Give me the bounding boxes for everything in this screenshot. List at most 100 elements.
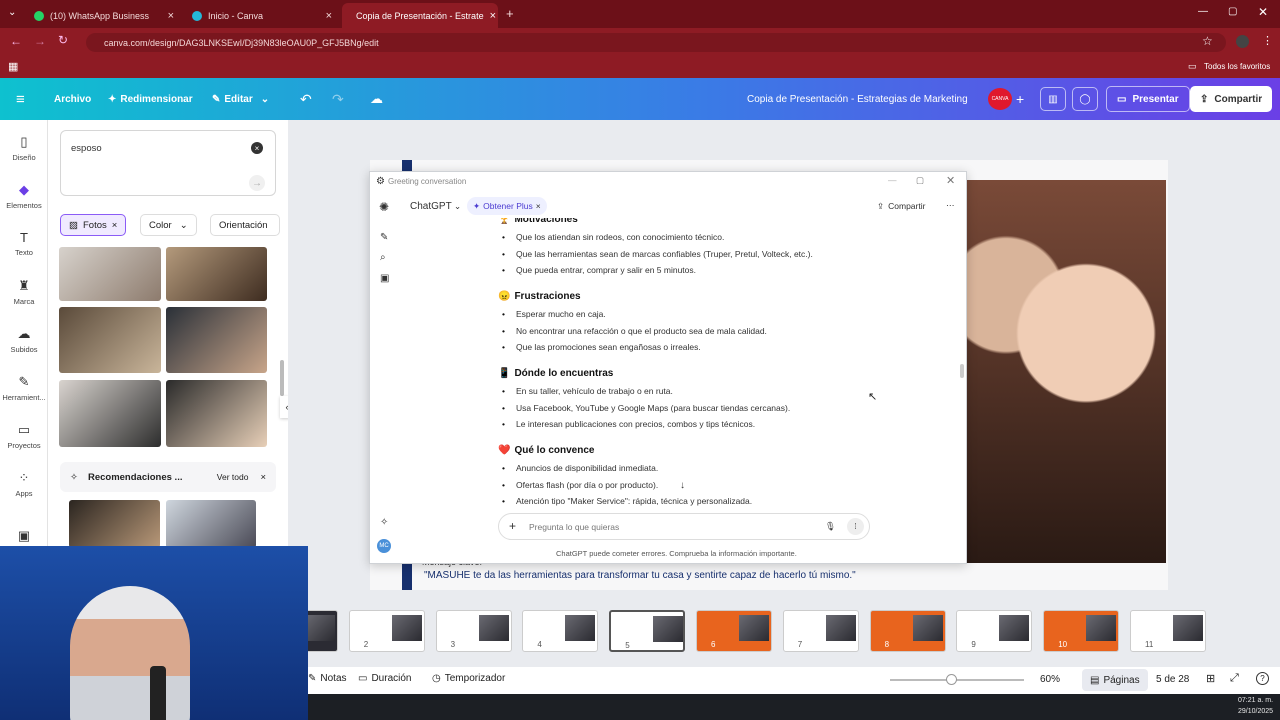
rail-item-elementos[interactable]: ◆ Elementos <box>0 182 48 210</box>
close-icon[interactable]: × <box>260 472 266 483</box>
page-thumbnail[interactable]: 3 <box>435 610 512 652</box>
photo-result[interactable] <box>59 307 161 373</box>
scroll-down-icon[interactable]: ↓ <box>680 480 685 491</box>
photo-result[interactable] <box>59 380 161 447</box>
recommended-photo[interactable] <box>166 500 256 548</box>
new-tab-icon[interactable]: + <box>506 6 514 21</box>
filter-color[interactable]: Color ⌄ <box>140 214 197 236</box>
scrollbar[interactable] <box>960 364 964 378</box>
tab-menu-icon[interactable]: ⌄ <box>8 7 16 18</box>
search-input[interactable]: esposo <box>71 143 102 154</box>
page-thumbnail[interactable]: 2 <box>348 610 425 652</box>
more-options-icon[interactable]: ⋯ <box>946 200 955 211</box>
close-tab-icon[interactable]: × <box>490 10 496 22</box>
compartir-button[interactable]: ⇪ Compartir <box>1190 86 1273 112</box>
rail-item-apps[interactable]: ⁘ Apps <box>0 470 48 498</box>
search-submit-icon[interactable]: → <box>249 175 265 191</box>
zoom-slider-handle[interactable] <box>946 674 957 685</box>
archivo-button[interactable]: Archivo <box>54 78 91 120</box>
sparkle-icon[interactable]: ✧ <box>380 517 388 528</box>
design-title[interactable]: Copia de Presentación - Estrategias de M… <box>747 78 968 120</box>
redo-icon[interactable]: ↷ <box>332 78 344 120</box>
model-selector[interactable]: ChatGPT <box>410 201 452 212</box>
rail-item-diseno[interactable]: ▯ Diseño <box>0 134 48 162</box>
close-tab-icon[interactable]: × <box>168 10 174 22</box>
temporizador-button[interactable]: ◷ Temporizador <box>432 673 505 684</box>
chat-share-button[interactable]: ⇪ Compartir <box>877 201 925 212</box>
reload-icon[interactable]: ↻ <box>58 33 68 47</box>
minimize-icon[interactable]: — <box>888 175 897 185</box>
grid-view-icon[interactable]: ⊞ <box>1206 672 1215 685</box>
photo-result[interactable] <box>59 247 161 301</box>
page-thumbnail[interactable]: 4 <box>522 610 599 652</box>
recommended-photo[interactable] <box>69 500 160 548</box>
obtener-plus-button[interactable]: ✦ Obtener Plus × <box>467 197 547 215</box>
close-tab-icon[interactable]: × <box>326 10 332 22</box>
slide-photo[interactable] <box>966 180 1166 563</box>
close-icon[interactable]: × <box>536 201 541 211</box>
minimize-icon[interactable]: — <box>1198 6 1208 17</box>
close-icon[interactable]: × <box>112 220 118 231</box>
zoom-slider[interactable] <box>890 674 1024 685</box>
analytics-icon[interactable]: ▥ <box>1040 87 1066 111</box>
page-thumbnail[interactable]: 8 <box>869 610 946 652</box>
add-collaborator-icon[interactable]: + <box>1016 78 1024 120</box>
fullscreen-icon[interactable]: ⤢ <box>1230 672 1239 685</box>
tab-whatsapp[interactable]: (10) WhatsApp Business × <box>26 3 182 28</box>
photo-result[interactable] <box>166 380 267 447</box>
rail-item-marca[interactable]: ♜ Marca <box>0 278 48 306</box>
bookmark-star-icon[interactable]: ☆ <box>1202 34 1213 48</box>
brand-badge[interactable]: CANVA <box>988 88 1012 110</box>
avatar[interactable]: MC <box>377 539 391 553</box>
photo-result[interactable] <box>166 307 267 373</box>
close-icon[interactable]: ✕ <box>946 174 955 187</box>
help-icon[interactable]: ? <box>1256 672 1269 685</box>
rail-item-extra[interactable]: ▣ <box>0 528 48 547</box>
scrollbar[interactable] <box>280 360 284 396</box>
page-thumbnail[interactable]: 7 <box>782 610 859 652</box>
forward-icon[interactable]: → <box>34 34 46 48</box>
rail-item-herramientas[interactable]: ✎ Herramient... <box>0 374 48 402</box>
rail-item-proyectos[interactable]: ▭ Proyectos <box>0 422 48 450</box>
maximize-icon[interactable]: ▢ <box>1228 6 1237 17</box>
attach-plus-icon[interactable]: + <box>509 519 516 533</box>
voice-mode-icon[interactable]: ⁞ <box>847 518 864 535</box>
presentar-button[interactable]: ▭ Presentar <box>1106 86 1190 112</box>
apps-grid-icon[interactable]: ▦ <box>8 60 18 73</box>
tab-canva-inicio[interactable]: Inicio - Canva × <box>184 3 340 28</box>
maximize-icon[interactable]: ▢ <box>916 175 924 186</box>
notas-button[interactable]: ✎ Notas <box>308 673 347 684</box>
editar-button[interactable]: ✎ Editar ⌄ <box>212 78 269 120</box>
page-thumbnail[interactable]: 6 <box>696 610 772 652</box>
undo-icon[interactable]: ↶ <box>300 78 312 120</box>
rail-item-texto[interactable]: T Texto <box>0 230 48 257</box>
filter-orientacion[interactable]: Orientación <box>210 214 280 236</box>
browser-menu-icon[interactable]: ⋮ <box>1262 34 1273 47</box>
hamburger-menu-icon[interactable]: ≡ <box>16 78 25 120</box>
search-box[interactable]: esposo × → <box>60 130 276 196</box>
cloud-save-icon[interactable]: ☁ <box>370 78 383 120</box>
tab-copia-presentacion[interactable]: Copia de Presentación - Estrate × <box>342 3 498 28</box>
redimensionar-button[interactable]: ✦ Redimensionar <box>108 78 193 120</box>
openai-icon[interactable]: ✺ <box>379 200 389 214</box>
duracion-button[interactable]: ▭ Duración <box>358 673 411 684</box>
prompt-input[interactable]: + Pregunta lo que quieras 🎙 ⁞ <box>498 513 870 540</box>
page-thumbnail[interactable]: 10 <box>1043 610 1120 652</box>
rail-item-subidos[interactable]: ☁ Subidos <box>0 326 48 354</box>
all-bookmarks-link[interactable]: Todos los favoritos <box>1204 62 1270 71</box>
filter-fotos[interactable]: ▨ Fotos × <box>60 214 127 236</box>
profile-avatar[interactable] <box>1236 35 1249 48</box>
photo-result[interactable] <box>166 247 267 301</box>
paginas-button[interactable]: ▤ Páginas <box>1082 669 1148 691</box>
back-icon[interactable]: ← <box>10 34 22 48</box>
url-field[interactable]: canva.com/design/DAG3LNKSEwI/Dj39N83leOA… <box>86 33 1226 52</box>
page-thumbnail[interactable]: 5 <box>609 610 686 652</box>
clear-search-icon[interactable]: × <box>251 142 263 154</box>
zoom-level[interactable]: 60% <box>1040 674 1060 685</box>
ver-todo-link[interactable]: Ver todo <box>217 472 249 482</box>
page-thumbnail[interactable]: 11 <box>1130 610 1206 652</box>
close-window-icon[interactable]: ✕ <box>1258 5 1268 19</box>
microphone-icon[interactable]: 🎙 <box>825 521 836 532</box>
page-thumbnail[interactable]: 9 <box>956 610 1033 652</box>
comments-icon[interactable]: ◯ <box>1072 87 1098 111</box>
